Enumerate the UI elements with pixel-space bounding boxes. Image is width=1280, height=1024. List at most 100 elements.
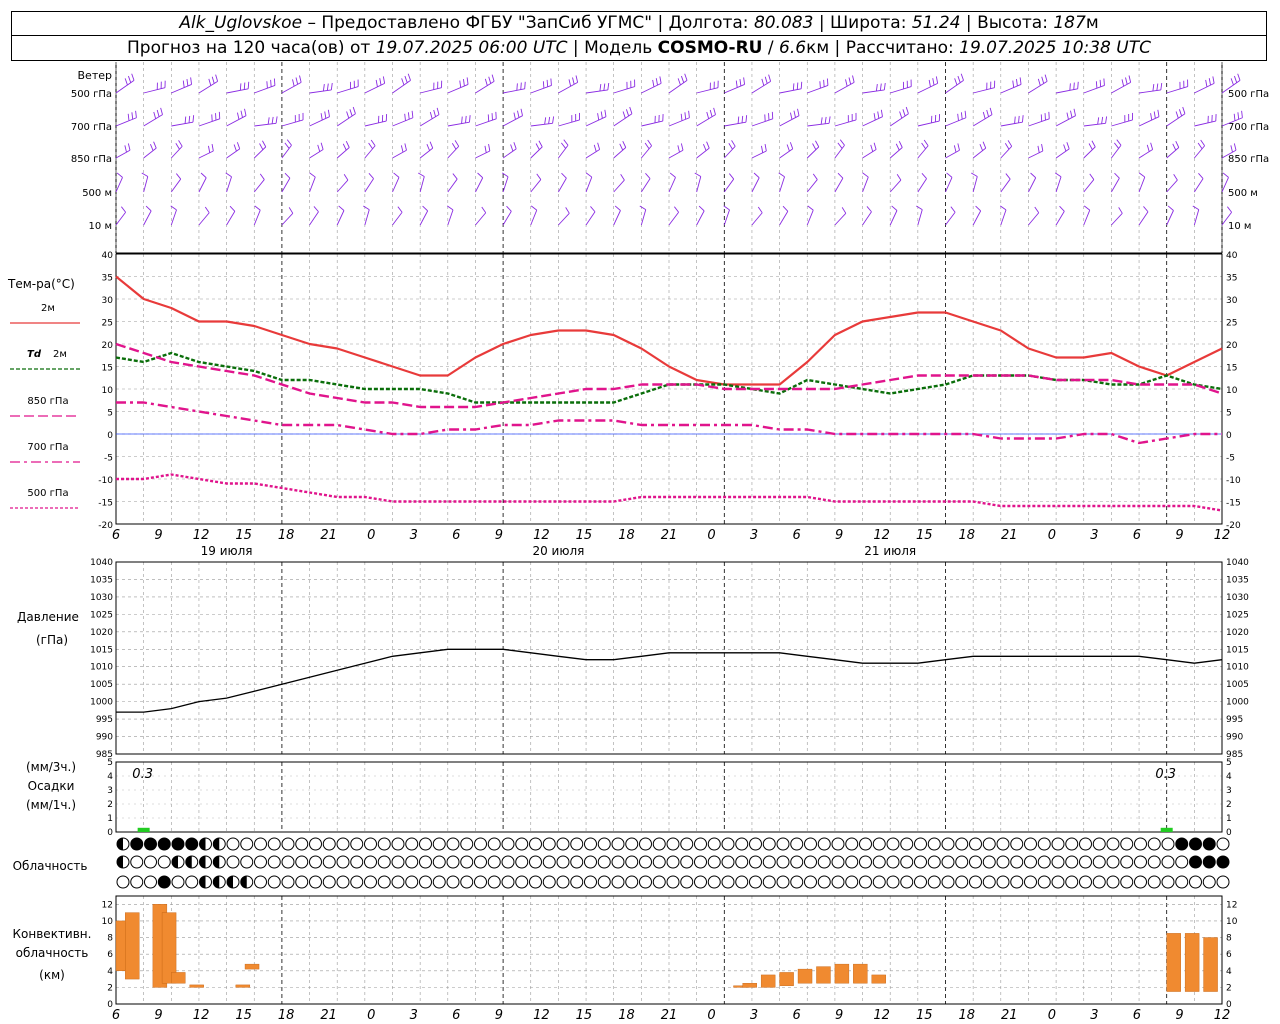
cloud-cover-icon bbox=[295, 855, 309, 869]
cloud-cover-icon bbox=[1161, 875, 1175, 889]
wind-barb-flag bbox=[1160, 82, 1163, 90]
cloud-cover-icon bbox=[254, 875, 267, 889]
hour-tick-label: 12 bbox=[1214, 1008, 1231, 1023]
wind-level-label-right: 500 гПа bbox=[1228, 89, 1269, 100]
cloud-cover-icon bbox=[941, 855, 955, 869]
cloud-cover-icon bbox=[927, 855, 941, 869]
wind-barb-flag bbox=[1197, 142, 1203, 150]
wind-barb-flag bbox=[1034, 206, 1040, 213]
wind-barb-flag bbox=[753, 172, 760, 179]
cloud-cover-icon bbox=[982, 855, 996, 869]
hour-tick-label: 21 bbox=[1001, 1008, 1018, 1023]
cloud-cover-icon bbox=[721, 875, 735, 889]
wind-barb bbox=[502, 176, 509, 193]
wind-barb bbox=[1083, 85, 1105, 94]
precip-tick-left: 3 bbox=[107, 786, 113, 796]
wind-barb-flag bbox=[644, 142, 650, 150]
wind-barb bbox=[253, 146, 267, 159]
wind-barb bbox=[281, 177, 291, 193]
wind-barb bbox=[917, 178, 927, 193]
conv-tick-left: 6 bbox=[107, 950, 113, 960]
wind-barb bbox=[226, 88, 249, 94]
wind-barb bbox=[1138, 116, 1160, 127]
cloud-cover-icon bbox=[405, 875, 419, 889]
cloud-cover-icon bbox=[171, 837, 185, 851]
wind-barb-flag bbox=[330, 82, 333, 90]
cloud-cover-half-icon bbox=[172, 856, 178, 868]
wind-barb bbox=[585, 149, 600, 159]
cloud-cover-icon bbox=[914, 855, 927, 869]
wind-barb-flag bbox=[1230, 78, 1234, 86]
wind-barb-flag bbox=[743, 77, 745, 85]
wind-barb-flag bbox=[275, 116, 278, 124]
wind-barb-flag bbox=[989, 107, 993, 115]
wind-barb-flag bbox=[768, 74, 772, 82]
wind-barb-flag bbox=[954, 78, 958, 86]
wind-barbs bbox=[115, 73, 1243, 226]
convective-bar bbox=[742, 983, 757, 988]
wind-barb bbox=[447, 145, 460, 159]
wind-barb-flag bbox=[1172, 143, 1177, 151]
cloud-cover-half-icon bbox=[185, 856, 192, 868]
wind-barb bbox=[253, 209, 261, 226]
cloud-cover-icon bbox=[542, 855, 556, 869]
wind-barb-flag bbox=[544, 117, 547, 125]
cloud-cover-icon bbox=[1120, 855, 1134, 869]
wind-barb-flag bbox=[153, 111, 157, 119]
cloud-cover-icon bbox=[116, 875, 130, 889]
hour-tick-label: 12 bbox=[193, 528, 210, 543]
wind-title: Ветер bbox=[78, 69, 112, 82]
wind-barb bbox=[226, 211, 236, 226]
wind-barb-flag bbox=[800, 81, 803, 89]
wind-barb-flag bbox=[793, 110, 796, 118]
wind-barb-flag bbox=[680, 113, 683, 121]
wind-barb-flag bbox=[1041, 76, 1045, 84]
wind-barb-flag bbox=[288, 207, 294, 214]
wind-barb-flag bbox=[175, 173, 182, 180]
wind-barb bbox=[641, 145, 652, 159]
cloud-cover-icon bbox=[982, 837, 996, 851]
wind-barb bbox=[696, 210, 705, 226]
wind-barb-flag bbox=[837, 172, 844, 179]
wind-barb-flag bbox=[1037, 145, 1040, 153]
wind-barb-flag bbox=[488, 76, 492, 84]
hour-tick-label: 12 bbox=[193, 1008, 210, 1023]
wind-barb bbox=[364, 82, 385, 94]
wind-barb bbox=[309, 176, 316, 193]
cloud-cover-icon bbox=[171, 875, 185, 889]
wind-barb-flag bbox=[852, 75, 855, 83]
wind-barb-flag bbox=[757, 206, 763, 213]
conv-title-1: Конвективн. bbox=[13, 927, 92, 941]
pressure-tick-right: 1015 bbox=[1226, 645, 1249, 655]
wind-barb-flag bbox=[737, 116, 740, 124]
hour-tick-label: 3 bbox=[750, 1008, 758, 1023]
wind-barb bbox=[558, 81, 578, 94]
cloud-cover-icon bbox=[639, 855, 652, 869]
cloud-cover-icon bbox=[927, 875, 941, 889]
cloud-cover-icon bbox=[1175, 855, 1189, 869]
wind-barb-flag bbox=[379, 78, 382, 86]
wind-barb-flag bbox=[404, 113, 406, 121]
wind-barb-flag bbox=[465, 115, 467, 123]
hour-tick-label: 9 bbox=[154, 528, 162, 543]
wind-barb-flag bbox=[741, 115, 744, 123]
precip-tick-right: 4 bbox=[1226, 772, 1232, 782]
wind-barb-flag bbox=[1018, 115, 1020, 123]
wind-barb bbox=[530, 209, 538, 226]
cloud-cover-icon bbox=[1106, 855, 1120, 869]
cloud-cover-icon bbox=[859, 875, 872, 889]
wind-barb-flag bbox=[1212, 76, 1215, 84]
legend-label: 850 гПа bbox=[27, 396, 68, 407]
conv-tick-left: 8 bbox=[107, 934, 113, 944]
wind-barb bbox=[419, 147, 434, 159]
cloud-cover-icon bbox=[927, 837, 941, 851]
cloud-cover-icon bbox=[391, 837, 405, 851]
wind-barb bbox=[806, 146, 820, 159]
wind-barb bbox=[392, 149, 407, 159]
wind-barb-flag bbox=[382, 76, 386, 84]
hour-tick-label: 3 bbox=[410, 528, 418, 543]
wind-barb-flag bbox=[368, 173, 374, 179]
wind-barb bbox=[115, 80, 135, 94]
wind-barb-flag bbox=[247, 81, 250, 89]
wind-level-label: 500 м bbox=[82, 188, 112, 199]
